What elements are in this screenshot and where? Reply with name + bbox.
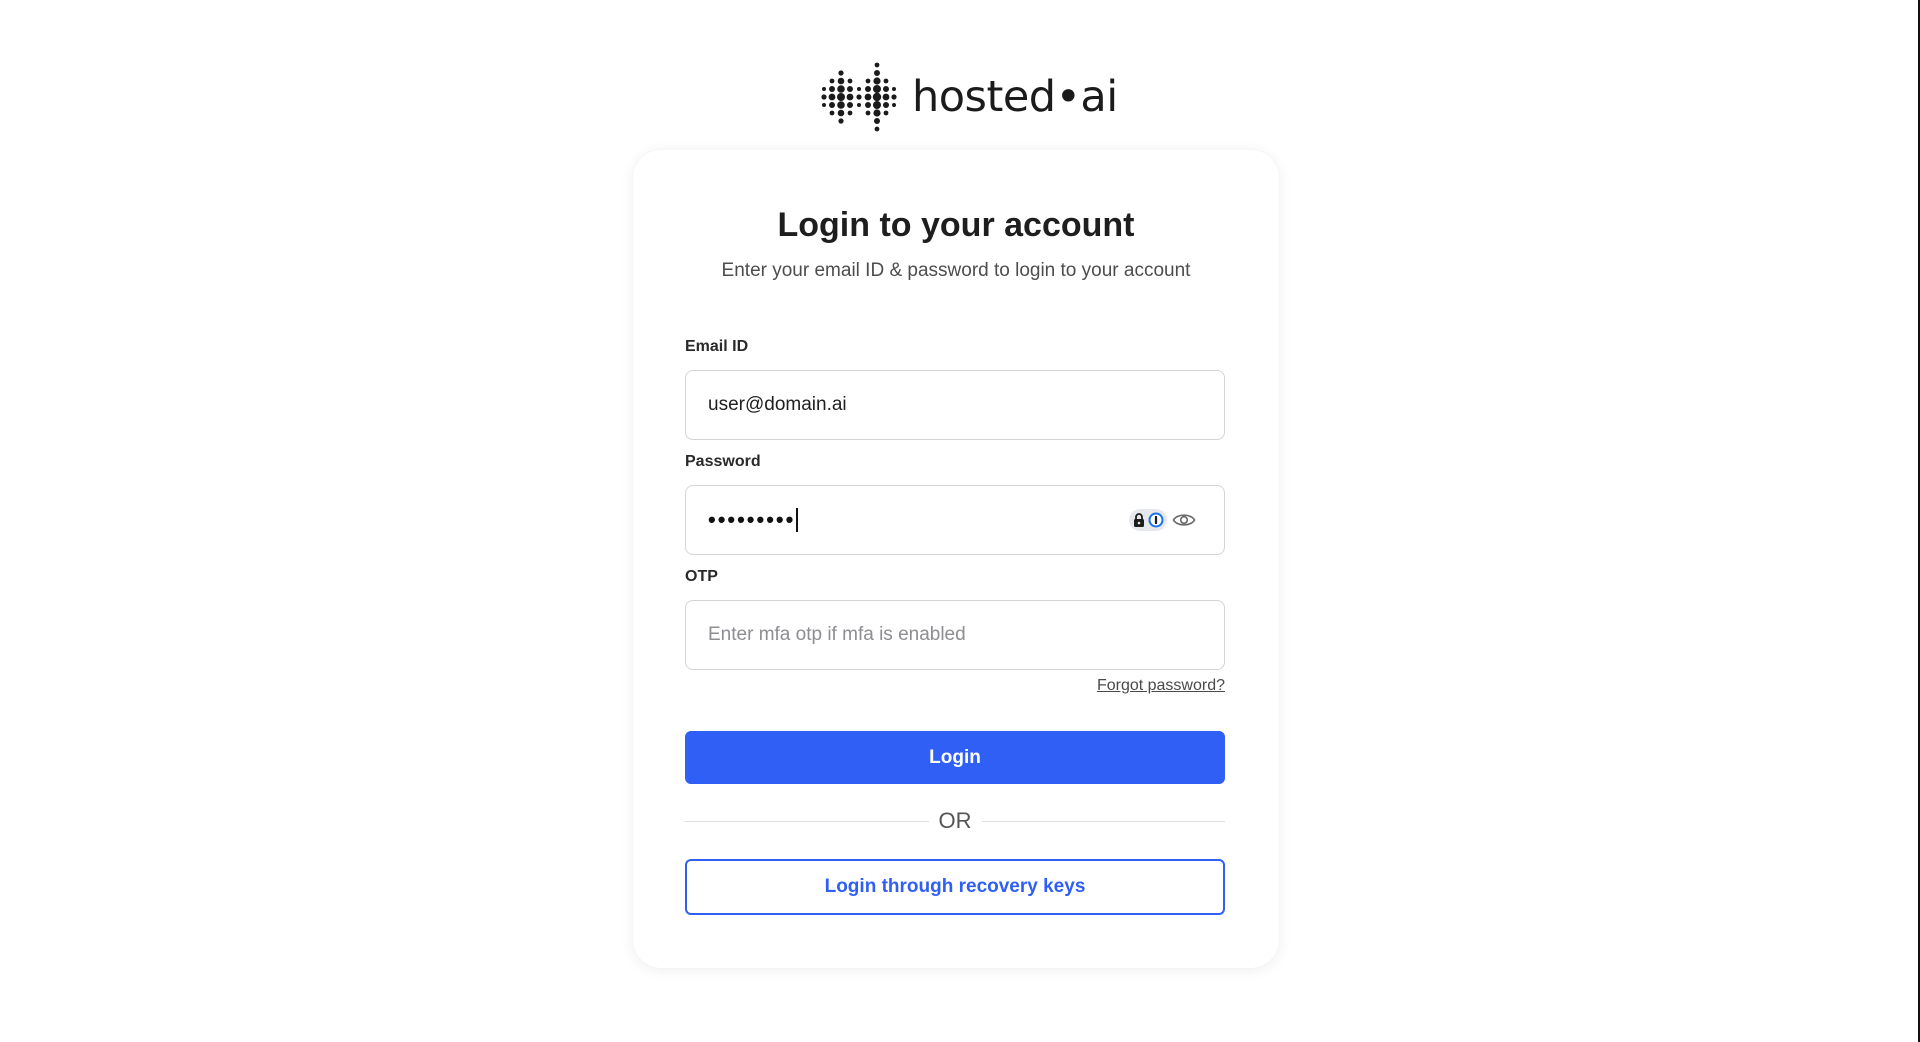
- password-manager-icon: [1148, 512, 1164, 528]
- login-card: Login to your account Enter your email I…: [633, 150, 1279, 968]
- email-label: Email ID: [685, 338, 749, 355]
- otp-field-box[interactable]: [685, 600, 1225, 670]
- brand-logo: hosted•ai: [820, 62, 1118, 132]
- otp-label: OTP: [685, 568, 718, 585]
- password-manager-badge[interactable]: [1129, 509, 1167, 531]
- forgot-password-link[interactable]: Forgot password?: [1097, 677, 1225, 695]
- page-title: Login to your account: [777, 206, 1135, 244]
- password-field-box[interactable]: •••••••••: [685, 485, 1225, 555]
- brand-name: hosted•ai: [912, 72, 1118, 122]
- divider-text: OR: [938, 808, 972, 833]
- divider-line-right: [981, 820, 1225, 822]
- password-field-icons: [1129, 509, 1196, 531]
- password-label: Password: [685, 453, 761, 470]
- page-subtitle: Enter your email ID & password to login …: [721, 260, 1191, 281]
- email-field[interactable]: [708, 394, 1148, 416]
- text-caret: [796, 508, 799, 532]
- login-button[interactable]: Login: [685, 731, 1225, 784]
- password-field[interactable]: •••••••••: [708, 507, 795, 533]
- or-divider: OR: [685, 806, 1225, 836]
- dotted-hash-logo-icon: [821, 62, 897, 132]
- divider-line-left: [685, 820, 929, 822]
- recovery-keys-button[interactable]: Login through recovery keys: [685, 859, 1225, 915]
- otp-field[interactable]: [708, 624, 1148, 646]
- lock-icon: [1134, 513, 1144, 527]
- login-page: hosted•ai Login to your account Enter yo…: [0, 0, 1920, 1042]
- eye-icon[interactable]: [1172, 511, 1196, 529]
- email-field-box[interactable]: [685, 370, 1225, 440]
